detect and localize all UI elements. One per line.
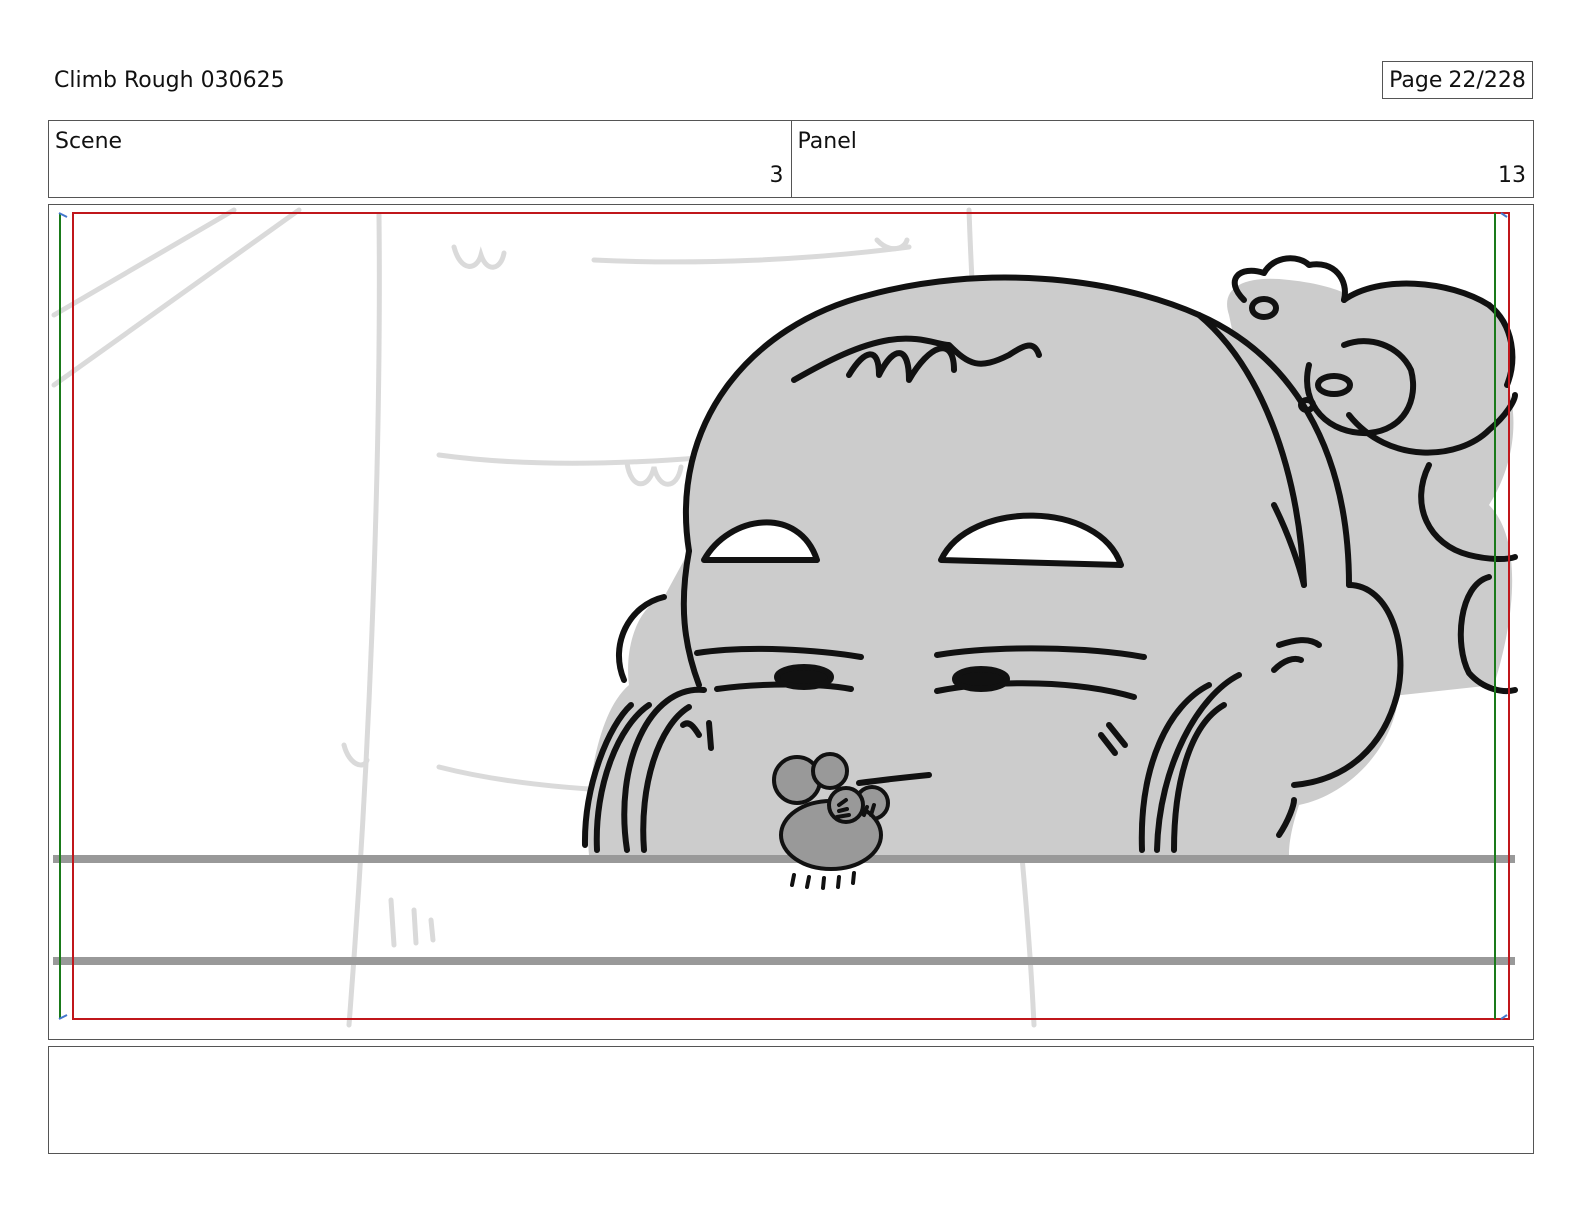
scene-panel-info: Scene 3 Panel 13 — [48, 120, 1534, 198]
panel-number: 13 — [1498, 163, 1526, 188]
ledge-top — [53, 855, 1515, 863]
panel-label: Panel — [797, 129, 857, 154]
scene-label: Scene — [55, 129, 123, 154]
page-indicator: Page 22/228 — [1382, 61, 1533, 99]
notes-area — [48, 1046, 1534, 1154]
storyboard-panel — [48, 204, 1534, 1040]
document-title: Climb Rough 030625 — [54, 68, 285, 93]
page-number: 22/228 — [1448, 67, 1526, 93]
page-label: Page — [1389, 67, 1443, 93]
panel-cell: Panel 13 — [790, 121, 1534, 197]
panel-artwork — [51, 207, 1518, 1028]
ledge-bottom — [53, 957, 1515, 965]
character-illustration — [581, 255, 1518, 856]
scene-number: 3 — [769, 163, 784, 188]
scene-cell: Scene 3 — [49, 121, 791, 197]
